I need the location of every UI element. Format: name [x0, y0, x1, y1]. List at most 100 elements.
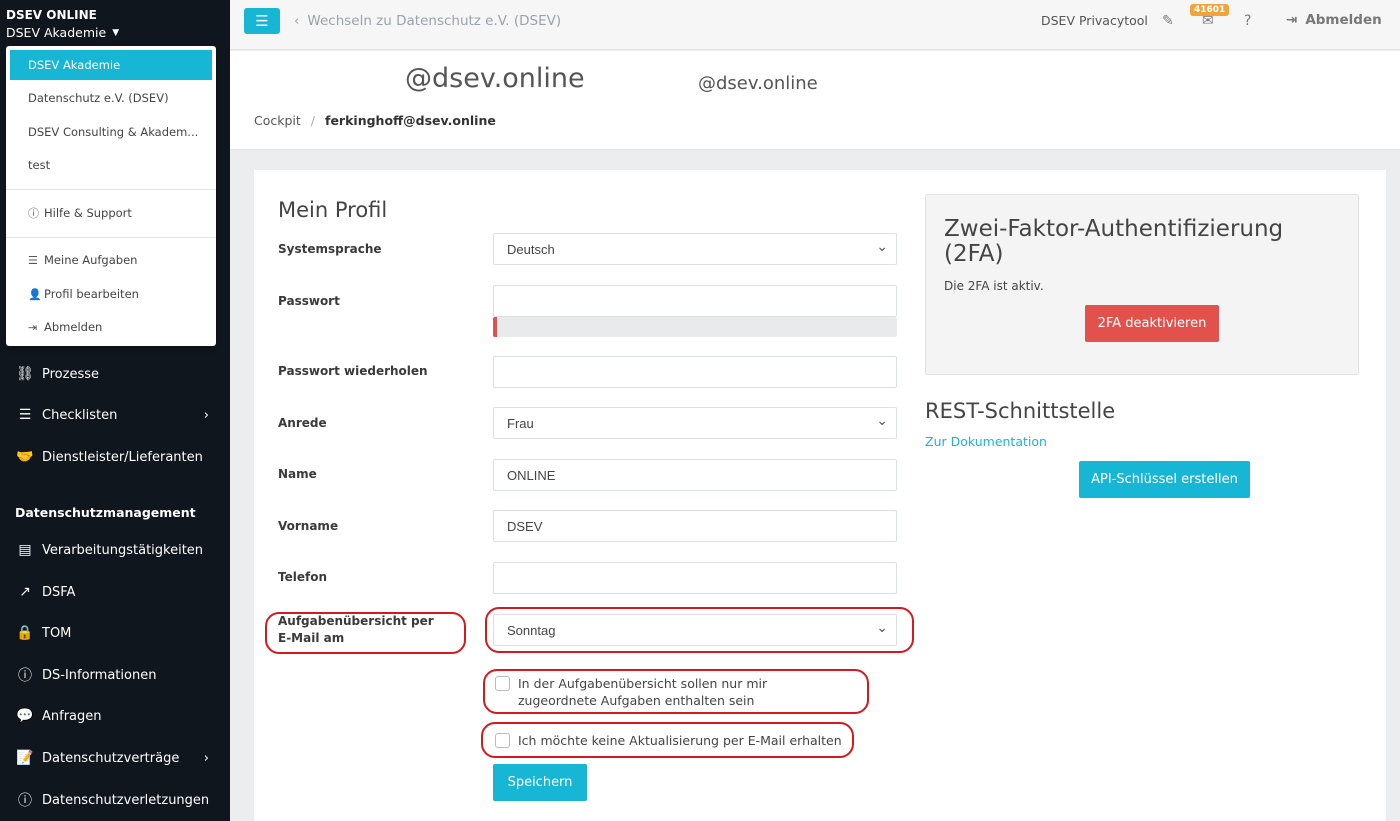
firstname-label: Vorname [278, 519, 339, 533]
contract-icon: 📝 [16, 750, 34, 766]
app-name: DSEV Privacytool [1041, 13, 1148, 28]
org-switcher[interactable]: DSEV Akademie ▼ [6, 25, 119, 40]
twofa-status: Die 2FA ist aktiv. [944, 279, 1044, 293]
caret-down-icon: ▼ [112, 27, 120, 38]
dropdown-item-dsev-akademie[interactable]: DSEV Akademie [10, 50, 212, 80]
dropdown-divider [6, 237, 216, 238]
info-icon: ⓘ [28, 207, 39, 220]
logout-icon: ⇥ [28, 320, 38, 334]
task-list-icon: ☰ [28, 253, 38, 267]
dropdown-item-edit-profile[interactable]: 👤 Profil bearbeiten [10, 279, 212, 309]
sidebar-item-dienstleister[interactable]: 🤝 Dienstleister/Lieferanten [15, 444, 215, 470]
help-icon[interactable]: ? [1244, 13, 1251, 29]
sidebar-item-label: TOM [42, 625, 72, 641]
sidebar-item-label: DSFA [42, 584, 76, 600]
page-header: @dsev.online @dsev.online Cockpit / ferk… [230, 51, 1400, 150]
sidebar-item-dsfa[interactable]: ↗ DSFA [15, 579, 215, 605]
phone-input[interactable] [493, 562, 897, 594]
checkbox-own-tasks[interactable] [495, 676, 510, 691]
sidebar-item-label: Verarbeitungstätigkeiten [42, 542, 204, 558]
dropdown-item-label: DSEV Consulting & Akadem... [28, 125, 199, 139]
save-button[interactable]: Speichern [493, 764, 587, 801]
sidebar-item-label: Checklisten [42, 407, 118, 423]
dropdown-item-label: DSEV Akademie [28, 58, 121, 72]
dropdown-divider [6, 189, 216, 190]
hamburger-icon: ☰ [255, 12, 269, 30]
sidebar-item-label: Dienstleister/Lieferanten [42, 449, 203, 465]
page-title: Mein Profil [278, 198, 388, 222]
chat-icon: 💬 [16, 708, 34, 724]
sidebar-item-label: Datenschutzverträge [42, 750, 180, 766]
sidebar-item-checklisten[interactable]: ☰ Checklisten › [15, 402, 215, 428]
checkbox-no-mail-label: Ich möchte keine Aktualisierung per E-Ma… [518, 733, 842, 748]
user-icon: 👤 [28, 287, 42, 301]
task-mail-day-select[interactable]: Sonntag [493, 614, 897, 646]
task-mail-day-value: Sonntag [507, 622, 556, 638]
password-strength-fill [493, 317, 497, 337]
dropdown-item-my-tasks[interactable]: ☰ Meine Aufgaben [10, 245, 212, 275]
dropdown-item-logout[interactable]: ⇥ Abmelden [10, 312, 212, 342]
checkbox-own-tasks-label: In der Aufgabenübersicht sollen nur mir … [518, 676, 768, 708]
process-icon: ⛓ [16, 366, 34, 382]
dropdown-item-dsev-consulting[interactable]: DSEV Consulting & Akadem... [10, 117, 212, 147]
salutation-select[interactable]: Frau [493, 407, 897, 439]
firstname-input-value: DSEV [507, 518, 543, 534]
switch-org-link[interactable]: ‹ Wechseln zu Datenschutz e.V. (DSEV) [294, 13, 561, 29]
sidebar: DSEV ONLINE DSEV Akademie ▼ DSEV Akademi… [0, 0, 230, 821]
sidebar-section-heading: Datenschutzmanagement [15, 505, 196, 520]
menu-toggle-button[interactable]: ☰ [244, 8, 280, 34]
dropdown-item-label: Hilfe & Support [44, 206, 132, 220]
sidebar-item-verarbeitungstaetigkeiten[interactable]: ▤ Verarbeitungstätigkeiten [15, 537, 215, 563]
deactivate-2fa-button[interactable]: 2FA deaktivieren [1085, 305, 1219, 342]
dropdown-item-label: Profil bearbeiten [44, 287, 139, 301]
documentation-link[interactable]: Zur Dokumentation [925, 434, 1047, 449]
checkbox-no-mail[interactable] [495, 733, 510, 748]
name-input[interactable]: ONLINE [493, 459, 897, 491]
edit-icon[interactable]: ✎ [1162, 13, 1174, 29]
alert-icon: ⓘ [18, 793, 32, 809]
firstname-input[interactable]: DSEV [493, 510, 897, 542]
task-mail-label: Aufgabenübersicht per E-Mail am [278, 614, 434, 645]
language-select[interactable]: Deutsch [493, 233, 897, 265]
checkbox-no-mail-row[interactable]: Ich möchte keine Aktualisierung per E-Ma… [495, 732, 842, 749]
create-api-key-button[interactable]: API-Schlüssel erstellen [1079, 461, 1250, 498]
logout-label: Abmelden [1305, 12, 1382, 28]
top-bar: ☰ ‹ Wechseln zu Datenschutz e.V. (DSEV) D… [230, 0, 1400, 50]
dropdown-item-test[interactable]: test [10, 150, 212, 180]
sidebar-item-tom[interactable]: 🔒 TOM [15, 620, 215, 646]
dropdown-item-datenschutz-ev[interactable]: Datenschutz e.V. (DSEV) [10, 83, 212, 113]
sidebar-item-datenschutzverletzungen[interactable]: ⓘ Datenschutzverletzungen [15, 787, 215, 813]
rest-title: REST-Schnittstelle [925, 399, 1116, 423]
notification-badge: 41601 [1190, 4, 1230, 16]
dropdown-item-help[interactable]: ⓘ Hilfe & Support [10, 198, 212, 228]
chart-line-icon: ↗ [19, 584, 31, 600]
sidebar-item-prozesse[interactable]: ⛓ Prozesse [15, 361, 215, 387]
phone-label: Telefon [278, 570, 327, 584]
dropdown-item-label: Abmelden [44, 320, 103, 334]
twofa-panel: Zwei-Faktor-Authentifizierung (2FA) Die … [925, 194, 1359, 375]
sidebar-item-label: Anfragen [42, 708, 102, 724]
chevron-right-icon: › [203, 407, 209, 423]
breadcrumb-cockpit[interactable]: Cockpit [254, 113, 301, 128]
info-box-icon: ⓘ [18, 668, 32, 684]
lock-icon: 🔒 [16, 625, 34, 641]
sidebar-item-anfragen[interactable]: 💬 Anfragen [15, 703, 215, 729]
profile-card: Mein Profil Systemsprache Deutsch Passwo… [254, 170, 1386, 821]
org-name: DSEV ONLINE [6, 8, 97, 22]
language-label: Systemsprache [278, 242, 382, 256]
password-repeat-input[interactable] [493, 356, 897, 388]
sidebar-item-datenschutzvertraege[interactable]: 📝 Datenschutzverträge › [15, 745, 215, 771]
password-input[interactable] [493, 285, 897, 317]
chevron-left-icon: ‹ [294, 13, 300, 29]
checkbox-own-tasks-row[interactable]: In der Aufgabenübersicht sollen nur mir … [495, 675, 835, 709]
sidebar-item-label: Datenschutzverletzungen [42, 792, 210, 808]
table-icon: ▤ [18, 542, 32, 558]
password-label: Passwort [278, 294, 340, 308]
sidebar-item-ds-informationen[interactable]: ⓘ DS-Informationen [15, 662, 215, 688]
user-email-display: @dsev.online [405, 63, 585, 94]
list-icon: ☰ [18, 407, 32, 423]
sidebar-item-label: DS-Informationen [42, 667, 157, 683]
twofa-title: Zwei-Faktor-Authentifizierung (2FA) [944, 216, 1284, 267]
switch-org-label: Wechseln zu Datenschutz e.V. (DSEV) [307, 13, 562, 29]
logout-button[interactable]: ⇥ Abmelden [1286, 12, 1382, 28]
